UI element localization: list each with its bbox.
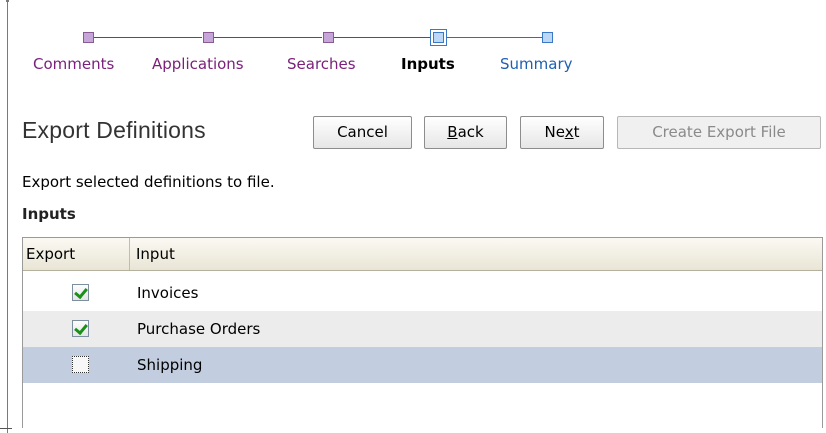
train-step-summary[interactable]: Summary [500,55,573,73]
back-button-label: Back [447,123,484,141]
table-row[interactable]: Purchase Orders [23,311,822,347]
create-export-file-button: Create Export File [617,116,821,149]
column-header-export[interactable]: Export [26,238,75,270]
table-row-selected[interactable]: Shipping [23,347,822,383]
next-button[interactable]: Next [520,116,604,149]
train-connector [214,37,322,38]
input-name: Invoices [137,284,199,302]
section-title: Inputs [22,205,76,223]
train-stop-applications-icon[interactable] [203,32,214,43]
train-step-searches[interactable]: Searches [287,55,356,73]
inputs-table: Export Input Invoices Purchase Orders Sh… [22,237,823,428]
back-button[interactable]: Back [424,116,507,149]
export-checkbox[interactable] [72,356,89,373]
table-row[interactable]: Invoices [23,275,822,311]
wizard-train: Comments Applications Searches Inputs Su… [0,0,826,90]
next-button-label: Next [544,123,580,141]
column-header-input[interactable]: Input [136,238,175,270]
train-connector [334,37,430,38]
cancel-button[interactable]: Cancel [313,116,412,149]
table-header: Export Input [23,238,822,271]
page-description: Export selected definitions to file. [22,173,275,191]
export-checkbox[interactable] [72,284,89,301]
train-connector [447,37,542,38]
train-stop-searches-icon[interactable] [323,32,334,43]
train-step-applications[interactable]: Applications [152,55,244,73]
train-stop-inputs-icon [430,29,447,46]
input-name: Shipping [137,356,203,374]
export-checkbox[interactable] [72,320,89,337]
train-connector [94,37,202,38]
train-stop-summary-icon[interactable] [542,32,553,43]
page-title: Export Definitions [22,117,206,143]
train-stop-comments-icon[interactable] [83,32,94,43]
train-step-inputs: Inputs [401,55,455,73]
train-step-comments[interactable]: Comments [33,55,114,73]
column-divider[interactable] [129,238,130,270]
frame-border-tick-bottom [0,428,12,429]
input-name: Purchase Orders [137,320,261,338]
